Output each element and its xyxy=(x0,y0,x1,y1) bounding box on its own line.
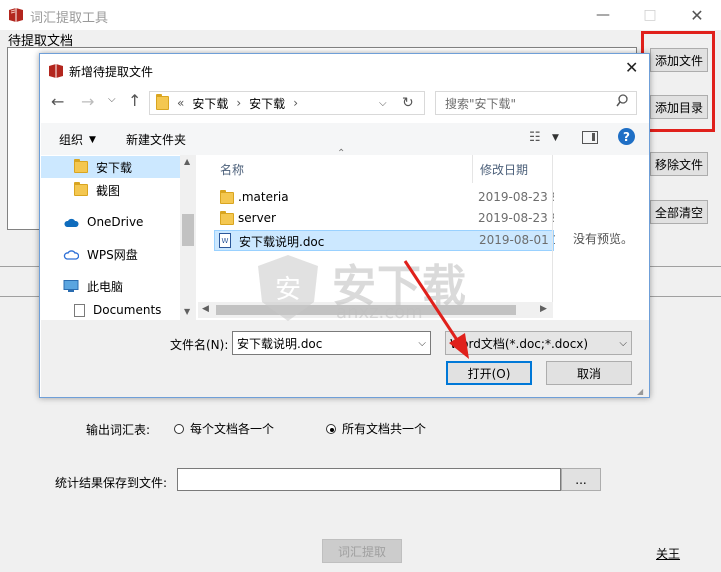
wps-cloud-icon xyxy=(63,249,80,260)
svg-text:安: 安 xyxy=(275,275,301,305)
forward-arrow-icon[interactable]: → xyxy=(81,92,94,111)
help-icon[interactable]: ? xyxy=(618,128,635,145)
save-result-label: 统计结果保存到文件: xyxy=(55,476,168,490)
remove-file-button[interactable]: 移除文件 xyxy=(650,152,708,176)
output-vocab-label: 输出词汇表: xyxy=(86,423,151,437)
search-input[interactable]: 搜索"安下载" xyxy=(445,95,516,112)
breadcrumb-dropdown-icon[interactable]: ⌵ xyxy=(379,98,387,109)
column-header-date[interactable]: 修改日期 xyxy=(480,161,528,178)
save-path-input[interactable] xyxy=(177,468,561,491)
file-pane-edge xyxy=(552,155,553,317)
main-titlebar: 词汇提取工具 — □ ✕ xyxy=(0,0,721,30)
breadcrumb-sep-icon: › xyxy=(236,96,242,110)
preview-pane-icon[interactable] xyxy=(582,131,598,144)
breadcrumb-part-1[interactable]: 安下载 xyxy=(192,95,228,112)
nav-item-wps[interactable]: WPS网盘 xyxy=(41,243,181,265)
table-row[interactable]: W 安下载说明.doc 2019-08-01 1 xyxy=(214,230,555,251)
view-chevron-icon[interactable]: ▼ xyxy=(552,133,559,143)
breadcrumb-folder-icon xyxy=(156,94,169,110)
table-row[interactable]: server 2019-08-23 9 xyxy=(212,209,554,229)
organize-label: 组织 xyxy=(59,133,84,147)
back-arrow-icon[interactable]: ← xyxy=(51,92,64,111)
no-preview-text: 没有预览。 xyxy=(573,232,634,246)
nav-scrollbar[interactable]: ▲ ▼ xyxy=(180,155,196,320)
search-box[interactable]: 搜索"安下载" xyxy=(435,91,637,115)
document-icon xyxy=(74,303,85,317)
scroll-left-icon[interactable]: ◀ xyxy=(202,304,209,314)
column-header-name[interactable]: 名称 xyxy=(220,161,244,178)
new-folder-button[interactable]: 新建文件夹 xyxy=(126,131,186,148)
dialog-book-icon xyxy=(48,63,64,78)
minimize-button[interactable]: — xyxy=(580,0,626,30)
nav-item-onedrive[interactable]: OneDrive xyxy=(41,211,181,233)
organize-chevron-icon: ▼ xyxy=(89,134,96,145)
close-window-button[interactable]: ✕ xyxy=(674,0,720,30)
nav-pane: 安下载 截图 OneDrive WPS网盘 此电脑 Documents xyxy=(41,155,196,320)
app-book-icon xyxy=(8,7,24,22)
computer-icon xyxy=(63,280,79,292)
dialog-title: 新增待提取文件 xyxy=(69,65,154,79)
resize-grip-icon[interactable]: ◢ xyxy=(637,387,643,396)
breadcrumb-prefix: « xyxy=(177,96,185,110)
sort-up-icon: ⌃ xyxy=(337,148,346,159)
table-row[interactable]: .materia 2019-08-23 9 xyxy=(212,188,554,208)
main-window-title: 词汇提取工具 xyxy=(30,11,109,26)
scroll-down-icon[interactable]: ▼ xyxy=(184,307,190,316)
organize-menu[interactable]: 组织 ▼ xyxy=(59,131,96,148)
cloud-icon xyxy=(63,217,79,227)
highlight-box xyxy=(641,31,715,132)
browse-button[interactable]: ... xyxy=(561,468,601,491)
annotation-arrow xyxy=(403,260,469,359)
scroll-up-icon[interactable]: ▲ xyxy=(184,157,190,166)
recent-chevron-icon[interactable]: ⌵ xyxy=(108,94,116,105)
radio-all-circle[interactable] xyxy=(326,423,336,434)
extract-vocab-button[interactable]: 词汇提取 xyxy=(322,539,402,563)
maximize-button[interactable]: □ xyxy=(627,0,673,30)
filetype-dropdown-icon[interactable]: ⌵ xyxy=(619,338,627,349)
nav-item-this-pc[interactable]: 此电脑 xyxy=(41,275,181,297)
scroll-thumb[interactable] xyxy=(182,214,194,246)
up-arrow-icon[interactable]: ↑ xyxy=(128,91,141,110)
breadcrumb-sep-icon: › xyxy=(293,96,298,110)
watermark-shield-icon: 安 xyxy=(252,252,324,327)
radio-each-document[interactable]: 每个文档各一个 xyxy=(174,420,274,437)
folder-icon xyxy=(74,159,88,173)
search-icon[interactable] xyxy=(616,94,628,111)
column-divider xyxy=(472,155,473,183)
scroll-right-icon[interactable]: ▶ xyxy=(540,304,547,314)
dialog-close-icon[interactable]: ✕ xyxy=(625,58,638,77)
nav-item-downloads[interactable]: 安下载 xyxy=(41,156,180,178)
breadcrumb[interactable]: « 安下载 › 安下载 › ⌵ ↻ xyxy=(149,91,425,115)
radio-each-label: 每个文档各一个 xyxy=(190,422,275,436)
file-dialog: 新增待提取文件 ✕ ← → ⌵ ↑ « 安下载 › 安下载 › ⌵ ↻ 搜索"安… xyxy=(39,53,650,398)
view-grid-icon[interactable]: ☷ xyxy=(529,130,541,145)
folder-icon xyxy=(74,182,88,196)
filename-label: 文件名(N): xyxy=(170,338,229,352)
radio-all-label: 所有文档共一个 xyxy=(342,422,427,436)
folder-icon xyxy=(220,211,234,225)
clear-all-button[interactable]: 全部清空 xyxy=(650,200,708,224)
close-link[interactable]: 关王 xyxy=(656,545,680,562)
refresh-icon[interactable]: ↻ xyxy=(402,95,414,111)
breadcrumb-part-2[interactable]: 安下载 xyxy=(249,95,285,112)
cancel-button[interactable]: 取消 xyxy=(546,361,632,385)
nav-item-documents[interactable]: Documents xyxy=(41,299,181,321)
radio-all-documents[interactable]: 所有文档共一个 xyxy=(326,420,426,437)
word-doc-icon: W xyxy=(219,233,231,248)
folder-icon xyxy=(220,190,234,204)
nav-item-screenshots[interactable]: 截图 xyxy=(41,179,181,201)
radio-each-circle[interactable] xyxy=(174,423,184,434)
